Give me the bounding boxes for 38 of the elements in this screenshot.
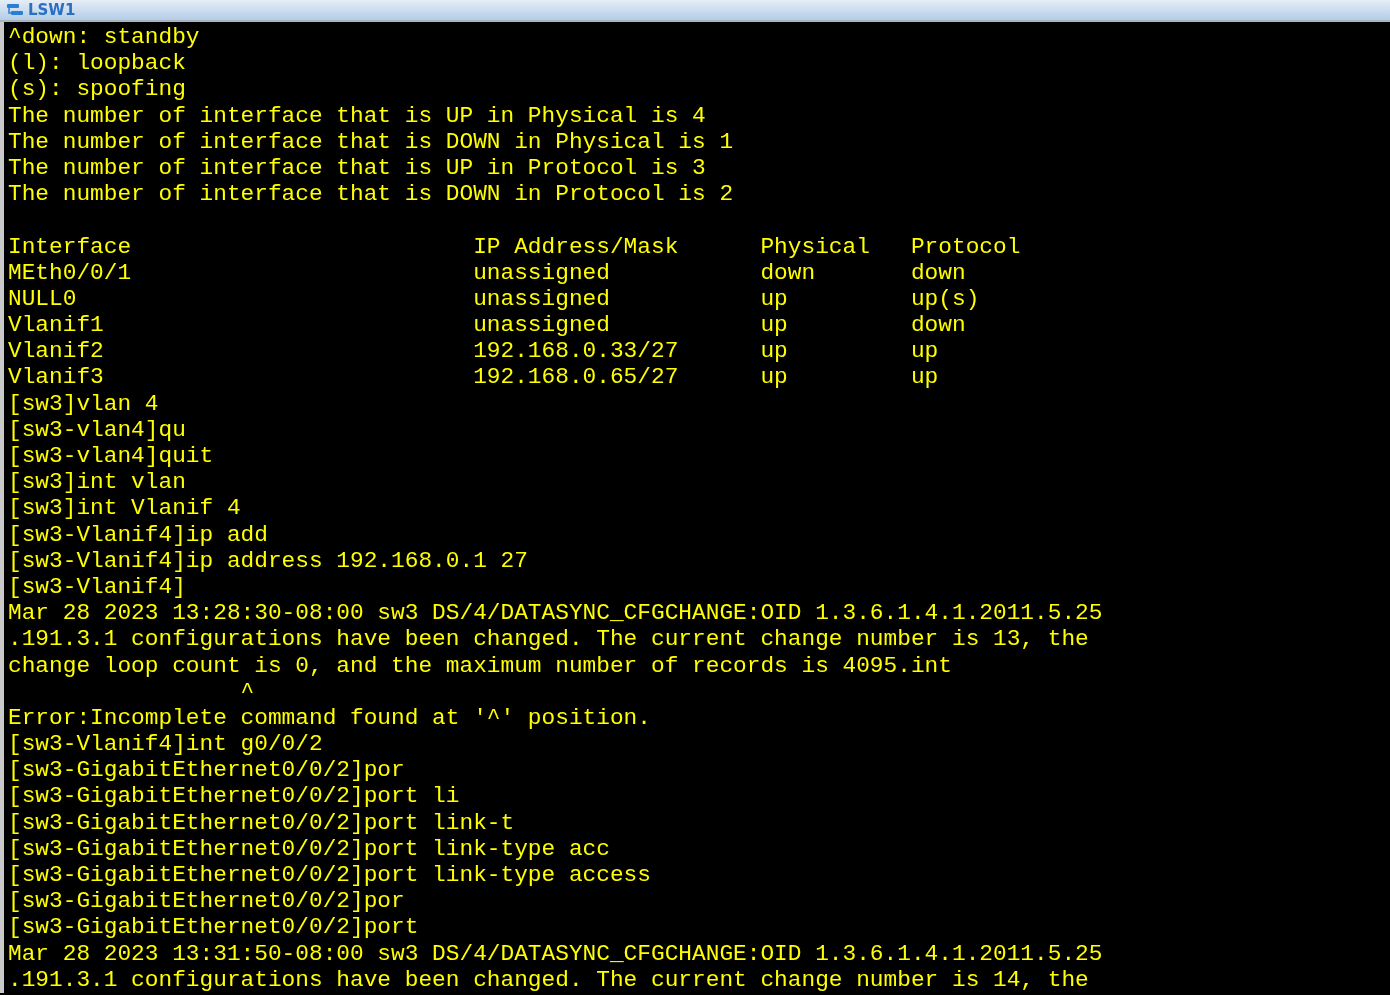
terminal-line: [sw3-GigabitEthernet0/0/2]port link-t xyxy=(8,809,515,836)
terminal-line: The number of interface that is UP in Physical is 4 xyxy=(8,102,706,129)
terminal-line: MEth0/0/1 unassigned down down xyxy=(8,259,966,286)
terminal-line: ^down: standby xyxy=(8,24,200,51)
terminal-line: The number of interface that is UP in Protocol is 3 xyxy=(8,154,706,182)
terminal-line: .191.3.1 configurations have been changed. The current change number is 13, the xyxy=(8,626,1089,653)
terminal-line: Mar 28 2023 13:28:30-08:00 sw3 DS/4/DATASYNC_CFGCHANGE:OID 1.3.6.1.4.1.2011.5.25 xyxy=(8,600,1103,627)
terminal-line: [sw3-vlan4]quit xyxy=(8,443,214,470)
terminal-line: Vlanif2 192.168.0.33/27 up up xyxy=(8,338,939,365)
terminal-line: [sw3-Vlanif4] xyxy=(8,573,186,601)
terminal-line: [sw3-Vlanif4]ip address 192.168.0.1 27 xyxy=(8,547,528,574)
terminal-line: change loop count is 0, and the maximum number of records is 4095.int xyxy=(8,652,952,679)
switch-icon xyxy=(6,2,24,18)
terminal-line: [sw3-GigabitEthernet0/0/2]port link-type access xyxy=(8,862,651,889)
terminal-line: [sw3]int vlan xyxy=(8,469,186,496)
terminal-line: NULL0 unassigned up up(s) xyxy=(8,285,980,313)
terminal-line: [sw3-GigabitEthernet0/0/2]port li xyxy=(8,783,460,810)
terminal-line: [sw3]vlan 4 xyxy=(8,390,159,417)
terminal-line: Vlanif3 192.168.0.65/27 up up xyxy=(8,364,939,391)
terminal-line: [sw3-GigabitEthernet0/0/2]port xyxy=(8,914,419,941)
terminal-line: .191.3.1 configurations have been changed. The current change number is 14, the xyxy=(8,966,1089,993)
terminal-line: Interface IP Address/Mask Physical Protocol xyxy=(8,233,1021,260)
terminal-line: [sw3-Vlanif4]int g0/0/2 xyxy=(8,731,323,758)
terminal-line: (l): loopback xyxy=(8,50,186,77)
terminal-line: The number of interface that is DOWN in Protocol is 2 xyxy=(8,181,734,208)
terminal-line: [sw3-vlan4]qu xyxy=(8,416,186,443)
window-title: LSW1 xyxy=(28,1,76,19)
terminal-line: [sw3]int Vlanif 4 xyxy=(8,495,241,522)
terminal-line: Vlanif1 unassigned up down xyxy=(8,312,966,339)
terminal-line: Mar 28 2023 13:31:50-08:00 sw3 DS/4/DATASYNC_CFGCHANGE:OID 1.3.6.1.4.1.2011.5.25 xyxy=(8,940,1103,967)
terminal-line: The number of interface that is DOWN in Physical is 1 xyxy=(8,128,734,155)
terminal-line: [sw3-Vlanif4]ip add xyxy=(8,521,268,548)
terminal-line: [sw3-GigabitEthernet0/0/2]por xyxy=(8,757,405,784)
terminal-line: [sw3-GigabitEthernet0/0/2]por xyxy=(8,888,405,915)
terminal-line: [sw3-GigabitEthernet0/0/2]port link-type acc xyxy=(8,835,610,862)
terminal-line: ^ xyxy=(239,678,255,705)
terminal-line: Error:Incomplete command found at '^' position. xyxy=(8,704,651,732)
terminal-line: (s): spoofing xyxy=(8,76,186,103)
